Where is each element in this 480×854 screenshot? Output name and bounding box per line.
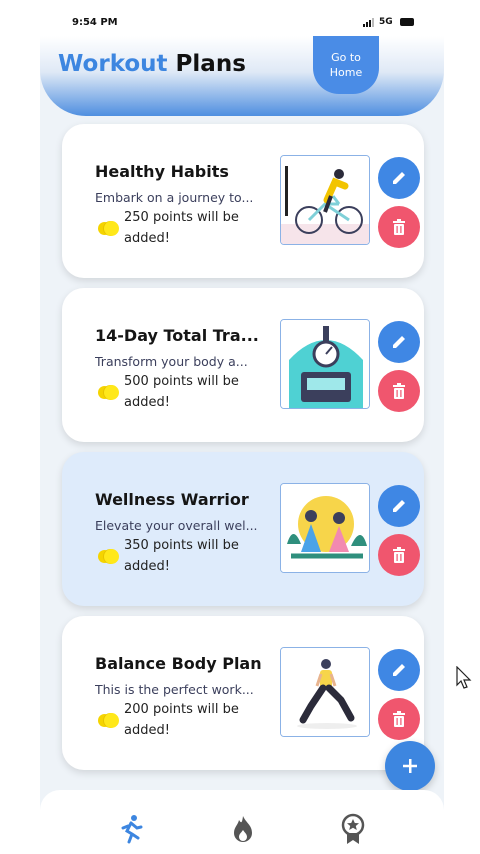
plan-points-line1: 250 points will be <box>124 210 239 225</box>
mouse-cursor-icon <box>456 666 472 689</box>
trash-icon <box>393 711 405 727</box>
lunge-illustration <box>280 647 370 737</box>
pencil-icon <box>393 500 405 512</box>
go-to-home-button[interactable]: Go to Home <box>313 36 379 94</box>
plan-points-line2: added! <box>124 231 170 246</box>
trash-icon <box>393 383 405 399</box>
plan-points: 350 points will be added! <box>124 535 264 577</box>
plan-description: Elevate your overall wel... <box>95 518 258 533</box>
plan-card[interactable]: Wellness Warrior Elevate your overall we… <box>62 452 424 606</box>
meditation-illustration <box>280 483 370 573</box>
running-icon <box>121 815 143 844</box>
plan-points: 200 points will be added! <box>124 699 264 741</box>
coin-icon <box>98 384 119 401</box>
plan-points-line1: 500 points will be <box>124 374 239 389</box>
nav-workouts[interactable] <box>114 812 148 846</box>
background-pane <box>444 0 480 854</box>
plan-points-line2: added! <box>124 723 170 738</box>
award-badge-icon <box>341 813 365 844</box>
signal-icon <box>363 18 374 27</box>
plan-card[interactable]: Healthy Habits Embark on a journey to...… <box>62 124 424 278</box>
plan-points-line2: added! <box>124 559 170 574</box>
home-button-label-line1: Go to <box>331 51 361 64</box>
edit-button[interactable] <box>378 321 420 363</box>
plan-description: Embark on a journey to... <box>95 190 254 205</box>
coin-icon <box>98 220 119 237</box>
plan-description: Transform your body a... <box>95 354 248 369</box>
plan-card[interactable]: Balance Body Plan This is the perfect wo… <box>62 616 424 770</box>
network-type: 5G <box>379 17 393 27</box>
plan-title: Balance Body Plan <box>95 654 262 673</box>
trash-icon <box>393 219 405 235</box>
plan-points: 250 points will be added! <box>124 207 264 249</box>
delete-button[interactable] <box>378 206 420 248</box>
delete-button[interactable] <box>378 534 420 576</box>
phone-screen: 9:54 PM 5G Workout Plans Go to Home Heal… <box>40 0 444 854</box>
page-title-part1: Workout <box>58 51 168 77</box>
delete-button[interactable] <box>378 370 420 412</box>
page-title: Workout Plans <box>58 51 246 77</box>
edit-button[interactable] <box>378 485 420 527</box>
plan-title: 14-Day Total Tra... <box>95 326 259 345</box>
plan-card[interactable]: 14-Day Total Tra... Transform your body … <box>62 288 424 442</box>
pencil-icon <box>393 664 405 676</box>
fire-icon <box>234 816 252 842</box>
plus-icon <box>403 759 417 773</box>
pencil-icon <box>393 336 405 348</box>
plan-description: This is the perfect work... <box>95 682 254 697</box>
plan-title: Wellness Warrior <box>95 490 249 509</box>
cyclist-illustration <box>280 155 370 245</box>
edit-button[interactable] <box>378 649 420 691</box>
plan-points-line1: 200 points will be <box>124 702 239 717</box>
status-time: 9:54 PM <box>72 17 118 28</box>
home-button-label-line2: Home <box>329 66 363 79</box>
plan-list[interactable]: Healthy Habits Embark on a journey to...… <box>40 120 444 790</box>
delete-button[interactable] <box>378 698 420 740</box>
bottom-nav <box>40 790 444 854</box>
plan-points-line2: added! <box>124 395 170 410</box>
trash-icon <box>393 547 405 563</box>
plan-title: Healthy Habits <box>95 162 229 181</box>
battery-icon <box>400 18 414 26</box>
coin-icon <box>98 548 119 565</box>
plan-points: 500 points will be added! <box>124 371 264 413</box>
nav-streak[interactable] <box>226 812 260 846</box>
pencil-icon <box>393 172 405 184</box>
edit-button[interactable] <box>378 157 420 199</box>
header: Workout Plans Go to Home <box>40 36 444 116</box>
plan-points-line1: 350 points will be <box>124 538 239 553</box>
page-title-part2: Plans <box>167 51 246 77</box>
scale-illustration <box>280 319 370 409</box>
coin-icon <box>98 712 119 729</box>
add-plan-button[interactable] <box>385 741 435 791</box>
nav-rewards[interactable] <box>336 812 370 846</box>
